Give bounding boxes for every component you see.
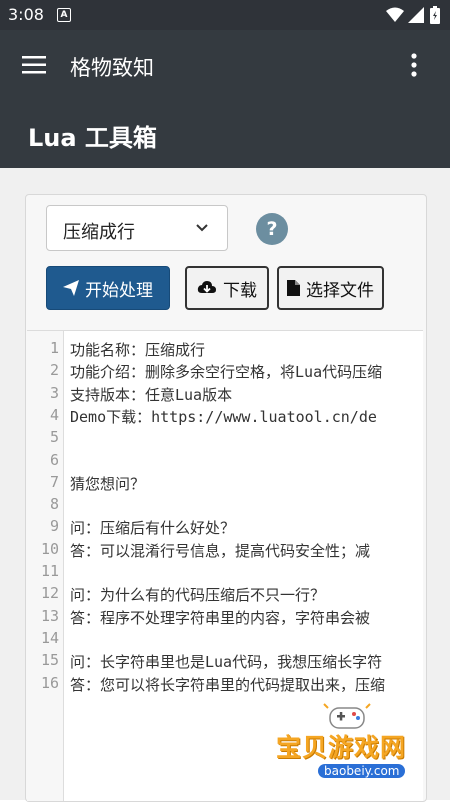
page-header: Lua 工具箱 (0, 102, 450, 168)
line-number: 5 (49, 428, 59, 447)
line-number: 13 (40, 606, 59, 625)
code-line: 功能介绍：删除多余空行空格，将Lua代码压缩 (70, 363, 383, 382)
line-number: 9 (49, 517, 59, 536)
line-number: 1 (49, 339, 59, 357)
hamburger-menu-icon[interactable] (22, 55, 46, 75)
code-line: 答：您可以将长字符串里的代码提取出来，压缩 (70, 675, 386, 694)
app-bar: 格物致知 (0, 30, 450, 102)
cloud-download-icon (197, 281, 216, 293)
watermark-text: 宝贝游戏网 (276, 733, 407, 762)
code-line: 答：可以混淆行号信息，提高代码安全性；减 (70, 541, 371, 560)
mode-select[interactable]: 压缩成行 (46, 205, 228, 251)
line-number: 2 (49, 361, 59, 380)
chevron-down-icon (196, 224, 208, 232)
line-number: 15 (40, 651, 59, 670)
line-number: 8 (49, 495, 59, 514)
line-number: 10 (40, 539, 59, 558)
start-process-label: 开始处理 (85, 280, 153, 301)
mode-select-value: 压缩成行 (63, 222, 135, 243)
code-line: 问：压缩后有什么好处？ (70, 519, 236, 538)
line-number: 7 (49, 472, 59, 491)
app-title: 格物致知 (70, 56, 154, 80)
watermark: 宝贝游戏网 baobeiy.com (270, 700, 440, 790)
download-button[interactable]: 下载 (185, 266, 269, 310)
more-options-icon[interactable] (410, 52, 418, 78)
code-line: 答：程序不处理字符串里的内容，字符串会被 (70, 608, 371, 627)
code-line: 支持版本：任意Lua版本 (70, 385, 233, 404)
status-bar: 3:08 A (0, 0, 450, 30)
download-label: 下载 (223, 280, 257, 301)
line-number: 4 (49, 405, 59, 424)
code-line: 猜您想问？ (70, 474, 146, 493)
code-line: Demo下载：https://www.luatool.cn/de (70, 407, 377, 426)
line-number: 16 (40, 673, 59, 692)
line-number: 14 (40, 628, 59, 647)
code-line: 功能名称：压缩成行 (70, 341, 206, 359)
battery-icon (430, 6, 440, 24)
signal-icon (408, 7, 424, 23)
file-icon (287, 280, 300, 296)
notification-icon: A (57, 8, 71, 22)
watermark-url: baobeiy.com (318, 764, 406, 778)
line-number: 6 (49, 450, 59, 469)
send-icon (63, 280, 79, 296)
help-button[interactable]: ? (256, 213, 288, 245)
line-number-gutter: 1 2 3 4 5 6 7 8 9 10 11 12 13 14 15 16 (27, 331, 64, 801)
choose-file-label: 选择文件 (306, 280, 374, 301)
start-process-button[interactable]: 开始处理 (46, 266, 170, 310)
choose-file-button[interactable]: 选择文件 (277, 266, 384, 310)
line-number: 12 (40, 584, 59, 603)
line-number: 3 (49, 383, 59, 402)
page-title: Lua 工具箱 (28, 124, 157, 152)
code-line: 问：长字符串里也是Lua代码，我想压缩长字符 (70, 653, 383, 672)
wifi-icon (386, 7, 404, 22)
code-line: 问：为什么有的代码压缩后不只一行？ (70, 586, 326, 605)
line-number: 11 (40, 562, 59, 580)
status-time: 3:08 (8, 5, 44, 24)
